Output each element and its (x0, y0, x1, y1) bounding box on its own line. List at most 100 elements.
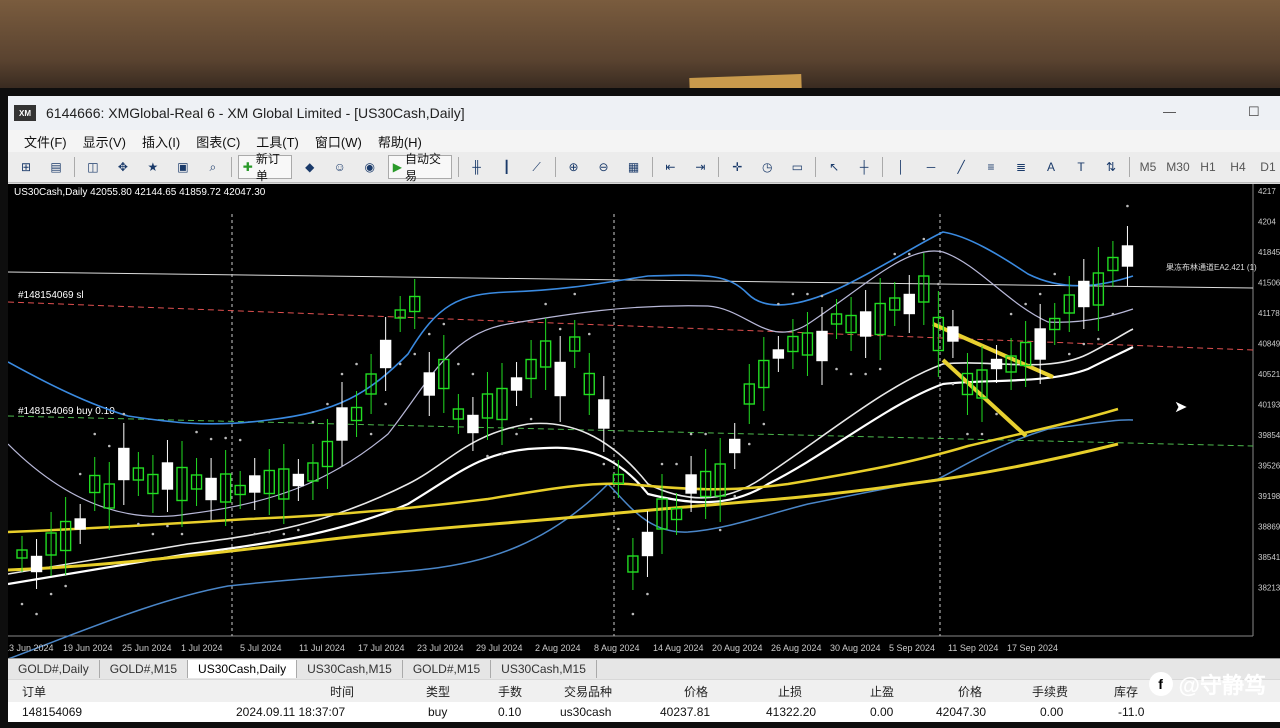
menu-tools[interactable]: 工具(T) (256, 132, 299, 151)
text-icon[interactable]: A (1039, 155, 1063, 179)
candle-body (859, 311, 872, 337)
sar-dot (689, 432, 693, 436)
date-label: 2 Aug 2024 (535, 643, 581, 653)
timeframe-m5[interactable]: M5 (1136, 155, 1160, 179)
chart-shift-icon[interactable]: ⇥ (688, 155, 712, 179)
sar-dot (558, 327, 562, 331)
toolbar-separator (815, 157, 817, 177)
tester-icon[interactable]: ⌕ (201, 155, 225, 179)
trendline-icon[interactable]: ╱ (949, 155, 973, 179)
candle-body (554, 361, 566, 397)
tab-gold-m15-2[interactable]: GOLD#,M15 (403, 660, 492, 678)
col-swap[interactable]: 库存 (1114, 683, 1138, 700)
maximize-button[interactable]: ☐ (1248, 104, 1260, 120)
col-volume[interactable]: 手数 (498, 683, 522, 700)
tile-windows-icon[interactable]: ▦ (622, 155, 646, 179)
chart-area[interactable]: #148154069 sl #148154069 buy 0.10 果冻布林通道… (8, 184, 1280, 660)
candlestick-icon[interactable]: ┃ (495, 155, 519, 179)
sar-dot (878, 367, 882, 371)
price-label: 4204 (1258, 218, 1276, 227)
terminal-icon[interactable]: ▣ (171, 155, 195, 179)
line-chart-icon[interactable]: ⟋ (525, 155, 549, 179)
order-symbol: us30cash (560, 705, 612, 719)
horizontal-line-icon[interactable]: ─ (919, 155, 943, 179)
crosshair-icon[interactable]: ┼ (852, 155, 876, 179)
label-icon[interactable]: T (1069, 155, 1093, 179)
tab-us30cash-m15[interactable]: US30Cash,M15 (297, 660, 403, 678)
col-price[interactable]: 价格 (684, 683, 708, 700)
date-label: 5 Sep 2024 (889, 643, 935, 653)
col-time[interactable]: 时间 (330, 683, 354, 700)
candle-body (74, 518, 86, 530)
indicators-icon[interactable]: ✛ (725, 155, 749, 179)
timeframe-h1[interactable]: H1 (1196, 155, 1220, 179)
arrows-icon[interactable]: ⇅ (1099, 155, 1123, 179)
sar-dot (660, 462, 664, 466)
period-clock-icon[interactable]: ◷ (755, 155, 779, 179)
profiles-icon[interactable]: ▤ (44, 155, 68, 179)
sar-dot (20, 602, 24, 606)
sar-dot (864, 372, 867, 376)
menu-help[interactable]: 帮助(H) (378, 132, 422, 151)
col-commission[interactable]: 手续费 (1032, 683, 1068, 700)
channel-icon[interactable]: ≡ (979, 155, 1003, 179)
candlestick-series (16, 226, 1134, 590)
new-chart-icon[interactable]: ⊞ (14, 155, 38, 179)
order-row[interactable]: 148154069 2024.09.11 18:37:07 buy 0.10 u… (8, 702, 1280, 722)
gold-ma-1 (8, 407, 1119, 534)
price-label: 4217 (1258, 187, 1276, 196)
zoom-out-icon[interactable]: ⊖ (592, 155, 616, 179)
autoscroll-icon[interactable]: ⇤ (658, 155, 682, 179)
col-type[interactable]: 类型 (426, 683, 450, 700)
timeframe-m30[interactable]: M30 (1166, 155, 1190, 179)
market-watch-icon[interactable]: ◫ (81, 155, 105, 179)
vertical-line-icon[interactable]: │ (889, 155, 913, 179)
price-chart[interactable]: #148154069 sl #148154069 buy 0.10 果冻布林通道… (8, 184, 1280, 660)
zoom-in-icon[interactable]: ⊕ (562, 155, 586, 179)
sar-dot (951, 382, 955, 386)
menu-window[interactable]: 窗口(W) (315, 132, 362, 151)
sar-dot (340, 372, 344, 376)
tab-gold-daily[interactable]: GOLD#,Daily (8, 660, 100, 678)
menu-insert[interactable]: 插入(I) (142, 132, 180, 151)
templates-icon[interactable]: ▭ (785, 155, 809, 179)
candle-body (30, 555, 43, 573)
date-label: 5 Jul 2024 (240, 643, 282, 653)
sar-dot (1111, 312, 1115, 316)
sar-dot (151, 532, 155, 536)
bar-chart-icon[interactable]: ╫ (465, 155, 489, 179)
sar-dot (617, 527, 620, 531)
watermark-logo-icon: f (1148, 672, 1173, 696)
new-order-button[interactable]: ✚ 新订单 (237, 152, 292, 183)
signals-icon[interactable]: ◆ (298, 155, 322, 179)
minimize-button[interactable]: — (1163, 104, 1176, 119)
menu-file[interactable]: 文件(F) (24, 132, 67, 151)
col-current-price[interactable]: 价格 (958, 683, 982, 700)
tab-gold-m15[interactable]: GOLD#,M15 (100, 660, 189, 678)
menu-charts[interactable]: 图表(C) (196, 132, 240, 151)
sar-dot (49, 592, 53, 596)
sar-dot (646, 592, 649, 596)
tab-us30cash-m15-2[interactable]: US30Cash,M15 (491, 660, 597, 678)
col-order[interactable]: 订单 (22, 683, 46, 700)
cursor-icon[interactable]: ↖ (822, 155, 846, 179)
col-tp[interactable]: 止盈 (870, 683, 894, 700)
col-symbol[interactable]: 交易品种 (564, 683, 612, 700)
tab-us30cash-daily[interactable]: US30Cash,Daily (188, 660, 298, 678)
signal-wave-icon[interactable]: ◉ (358, 155, 382, 179)
order-time: 2024.09.11 18:37:07 (236, 705, 346, 719)
navigator-icon[interactable]: ✥ (111, 155, 135, 179)
auto-trading-button[interactable]: ▶ 自动交易 (387, 152, 452, 183)
expert-icon[interactable]: ☺ (328, 155, 352, 179)
menu-bar: 文件(F) 显示(V) 插入(I) 图表(C) 工具(T) 窗口(W) 帮助(H… (8, 130, 1280, 152)
chart-symbol-header: US30Cash,Daily 42055.80 42144.65 41859.7… (14, 187, 266, 198)
timeframe-d1[interactable]: D1 (1256, 155, 1280, 179)
toolbar-separator (882, 157, 884, 177)
gold-ma-2 (8, 442, 1119, 572)
price-label: 39854.90 (1258, 431, 1280, 440)
fibonacci-icon[interactable]: ≣ (1009, 155, 1033, 179)
timeframe-h4[interactable]: H4 (1226, 155, 1250, 179)
favorites-icon[interactable]: ★ (141, 155, 165, 179)
col-sl[interactable]: 止损 (778, 683, 802, 700)
menu-view[interactable]: 显示(V) (83, 132, 126, 151)
